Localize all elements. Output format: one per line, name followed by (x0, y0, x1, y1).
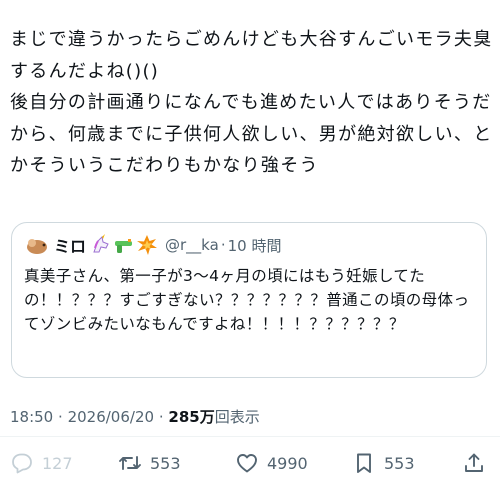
view-count-label: 回表示 (214, 408, 260, 426)
bookmark-icon (357, 453, 371, 473)
action-bar: 127 553 4990 553 (10, 446, 490, 480)
water-pistol-icon (115, 239, 133, 253)
retweet-button[interactable]: 553 (118, 446, 181, 480)
retweet-count: 553 (150, 453, 181, 473)
meta-separator: · (158, 408, 164, 426)
collision-icon (137, 235, 158, 255)
divider (0, 436, 500, 437)
unicorn-icon (93, 234, 109, 253)
tweet-meta: 18:50 · 2026/06/20 · 285万回表示 (10, 406, 260, 427)
share-icon (465, 453, 483, 472)
heart-icon (237, 454, 257, 473)
quoted-handle[interactable]: @r__ka (165, 236, 219, 254)
tweet-text: まじで違うかったらごめんけども大谷すんごいモラ夫臭するんだよね()() 後自分の… (10, 29, 493, 176)
quoted-author-name[interactable]: ミロ (54, 233, 86, 257)
share-button[interactable] (462, 446, 494, 480)
bookmark-button[interactable]: 553 (352, 446, 415, 480)
reply-count: 127 (42, 453, 73, 473)
bookmark-count: 553 (384, 453, 415, 473)
quoted-timestamp[interactable]: 10 時間 (228, 235, 282, 256)
meta-separator: · (58, 408, 63, 426)
quoted-tweet-text: 真美子さん、第一子が3〜4ヶ月の頃にはもう妊娠してたの！！？？？すごすぎない？？… (24, 267, 470, 333)
reply-button[interactable]: 127 (10, 446, 73, 480)
quoted-tweet-header: ミロ @r__ka · 10 時間 (24, 233, 281, 257)
retweet-icon (119, 456, 141, 470)
separator-dot: · (220, 236, 226, 254)
post-date[interactable]: 2026/06/20 (68, 408, 154, 426)
quoted-tweet[interactable]: ミロ @r__ka · 10 時間 真美子さん、第一子が3〜4ヶ月の頃にはもう妊… (11, 222, 487, 378)
dog-avatar-icon[interactable] (24, 233, 48, 257)
like-button[interactable]: 4990 (235, 446, 308, 480)
reply-icon (12, 453, 32, 474)
post-time[interactable]: 18:50 (10, 408, 53, 426)
view-count: 285万 (168, 408, 215, 426)
like-count: 4990 (267, 453, 308, 473)
